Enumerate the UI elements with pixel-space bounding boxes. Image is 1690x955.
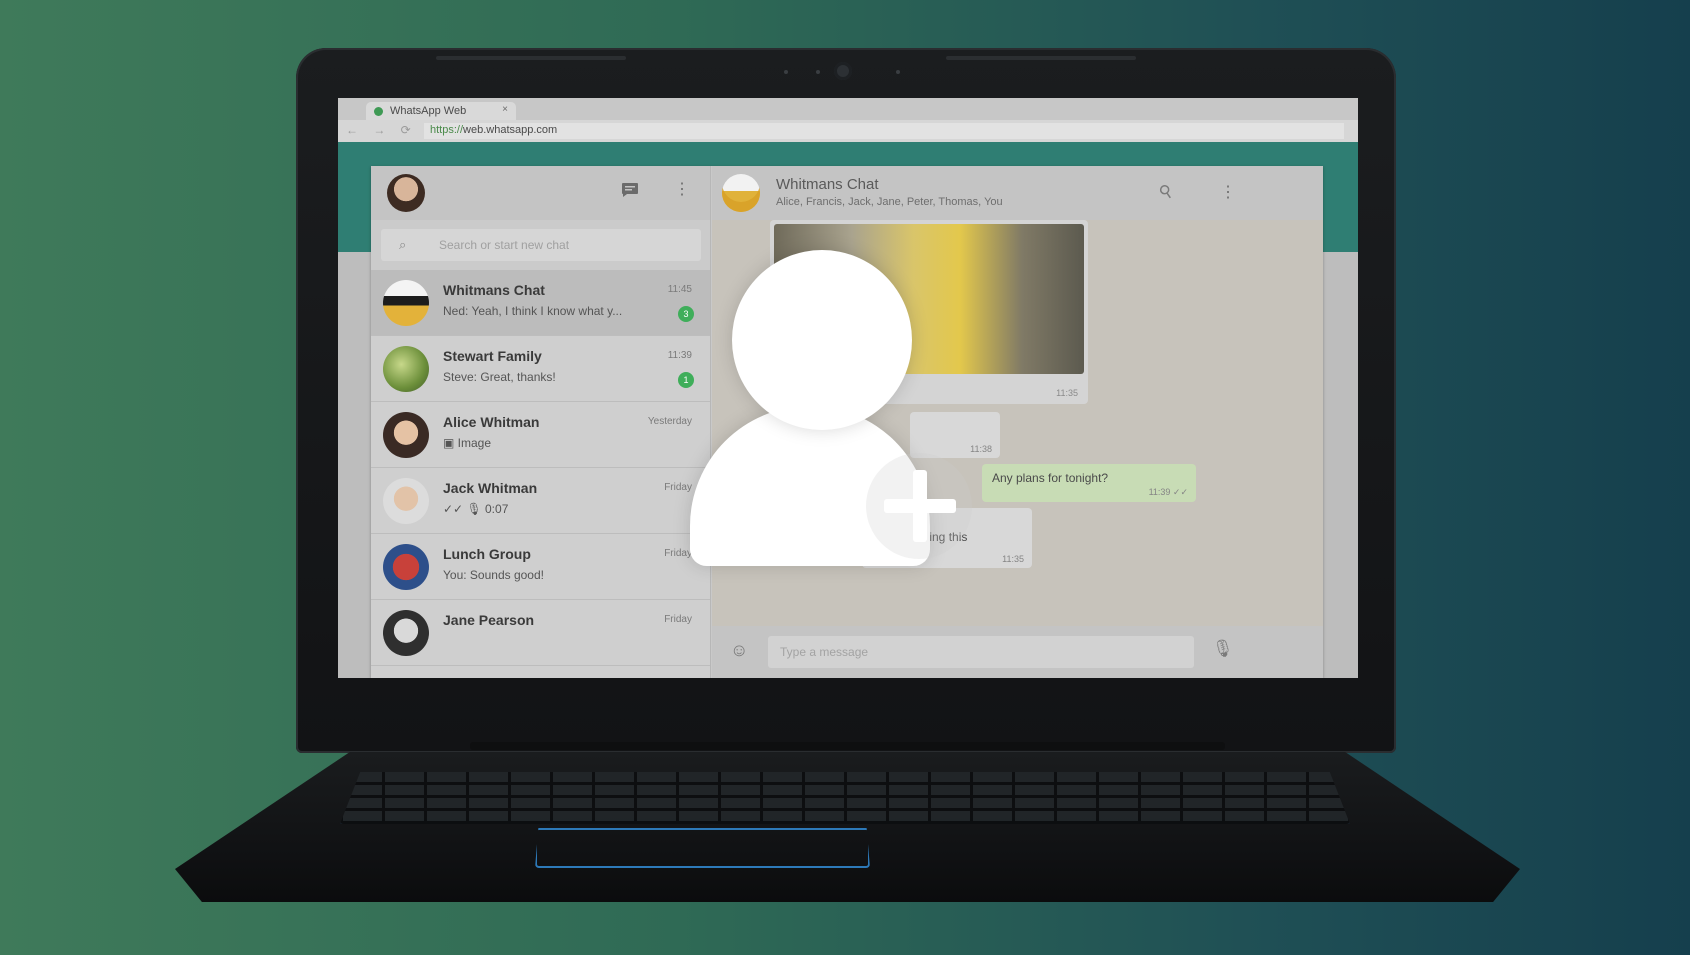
chat-time: 11:39 [667,350,692,361]
address-field[interactable]: https://web.whatsapp.com [424,123,1344,139]
avatar [383,280,429,326]
add-contact-icon [690,248,972,578]
chat-time: 11:45 [667,284,692,295]
bezel-slot [946,56,1136,60]
menu-icon[interactable]: ⋮ [674,182,690,198]
search-icon: ⌕ [399,237,407,252]
plus-icon [913,470,927,542]
chat-name: Whitmans Chat [443,282,545,298]
menu-icon[interactable]: ⋮ [1220,182,1236,202]
chat-name: Jack Whitman [443,480,538,496]
chat-item-lunch-group[interactable]: Lunch Group You: Sounds good! Friday [371,534,710,600]
chat-time: Yesterday [647,416,692,427]
outgoing-message: Any plans for tonight? 11:39 ✓✓ [982,464,1196,502]
camera-sensor [816,70,820,74]
chat-preview: You: Sounds good! [443,568,544,582]
chat-preview: ✓✓ 🎙 0:07 [443,502,509,516]
avatar [383,610,429,656]
microphone-icon[interactable]: 🎙 [1212,639,1234,659]
whatsapp-favicon-icon [374,107,383,116]
chat-name: Stewart Family [443,348,542,364]
webcam-icon [834,62,852,80]
browser-tab[interactable]: WhatsApp Web × [366,102,516,120]
chat-preview: ▣ Image [443,436,492,450]
message-time: 11:35 [1002,554,1024,564]
url-scheme: https:// [430,124,464,136]
chat-item-jane-pearson[interactable]: Jane Pearson Friday [371,600,710,666]
bezel-slot [436,56,626,60]
avatar [383,478,429,524]
chat-time: Friday [664,482,692,493]
message-time: 11:39 ✓✓ [1148,487,1188,497]
tab-close-icon[interactable]: × [502,104,508,115]
chat-item-alice-whitman[interactable]: Alice Whitman ▣ Image Yesterday [371,402,710,468]
chat-item-stewart-family[interactable]: Stewart Family Steve: Great, thanks! 11:… [371,336,710,402]
chat-preview: Ned: Yeah, I think I know what y... [443,304,623,318]
chat-sidebar: ⋮ ⌕ Whitmans Chat Ned: Yeah, I think I k… [371,166,711,678]
chat-name: Alice Whitman [443,414,540,430]
browser-nav-icons[interactable]: ← → ⟳ [346,123,417,137]
laptop-hinge [470,742,1225,750]
avatar[interactable] [387,174,425,212]
avatar [383,412,429,458]
message-text: Any plans for tonight? [992,471,1109,485]
chat-preview: Steve: Great, thanks! [443,370,556,384]
touchpad [535,828,870,868]
search-input[interactable] [381,229,701,261]
conversation-members: Alice, Francis, Jack, Jane, Peter, Thoma… [776,196,1003,208]
chat-item-whitmans[interactable]: Whitmans Chat Ned: Yeah, I think I know … [371,270,710,336]
chat-list: Whitmans Chat Ned: Yeah, I think I know … [371,270,710,666]
emoji-icon[interactable]: ☺ [730,640,748,661]
message-input[interactable] [768,636,1194,668]
sidebar-header: ⋮ [371,166,710,220]
chat-time: Friday [664,548,692,559]
chat-name: Lunch Group [443,546,531,562]
camera-sensor [896,70,900,74]
camera-sensor [784,70,788,74]
paperclip-icon[interactable]: ⚲ [1155,180,1177,204]
chat-item-jack-whitman[interactable]: Jack Whitman ✓✓ 🎙 0:07 Friday [371,468,710,534]
chat-name: Jane Pearson [443,612,535,628]
chat-time: Friday [664,614,692,625]
avatar [383,346,429,392]
browser-tab-bar: WhatsApp Web × [338,98,1358,120]
message-time: 11:38 [970,444,992,454]
message-composer: ☺ 🎙 [712,626,1323,678]
keyboard [340,772,1350,824]
search-bar: ⌕ [371,220,710,270]
url-host: web.whatsapp.com [463,124,558,136]
new-chat-icon[interactable] [621,182,641,198]
conversation-header[interactable]: Whitmans Chat Alice, Francis, Jack, Jane… [712,166,1323,220]
conversation-title: Whitmans Chat [776,176,879,193]
avatar [383,544,429,590]
avatar[interactable] [722,174,760,212]
person-head-shape [732,250,912,430]
browser-url-bar: ← → ⟳ https://web.whatsapp.com [338,120,1358,142]
tab-title: WhatsApp Web [390,105,467,117]
message-time: 11:35 [1056,388,1078,398]
